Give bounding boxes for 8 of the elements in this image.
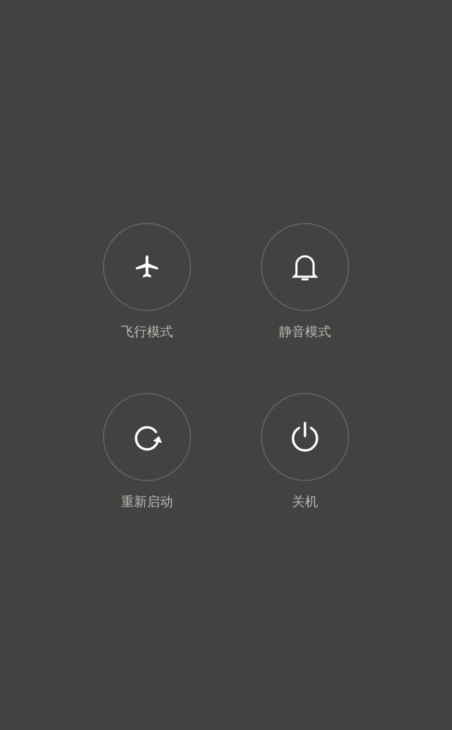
power-button[interactable]: [261, 393, 349, 481]
action-label: 重新启动: [121, 494, 173, 511]
action-label: 静音模式: [279, 324, 331, 341]
bell-icon: [292, 252, 318, 282]
action-label: 飞行模式: [121, 324, 173, 341]
bell-button[interactable]: [261, 223, 349, 311]
action-label: 关机: [292, 494, 318, 511]
restart-button[interactable]: [103, 393, 191, 481]
